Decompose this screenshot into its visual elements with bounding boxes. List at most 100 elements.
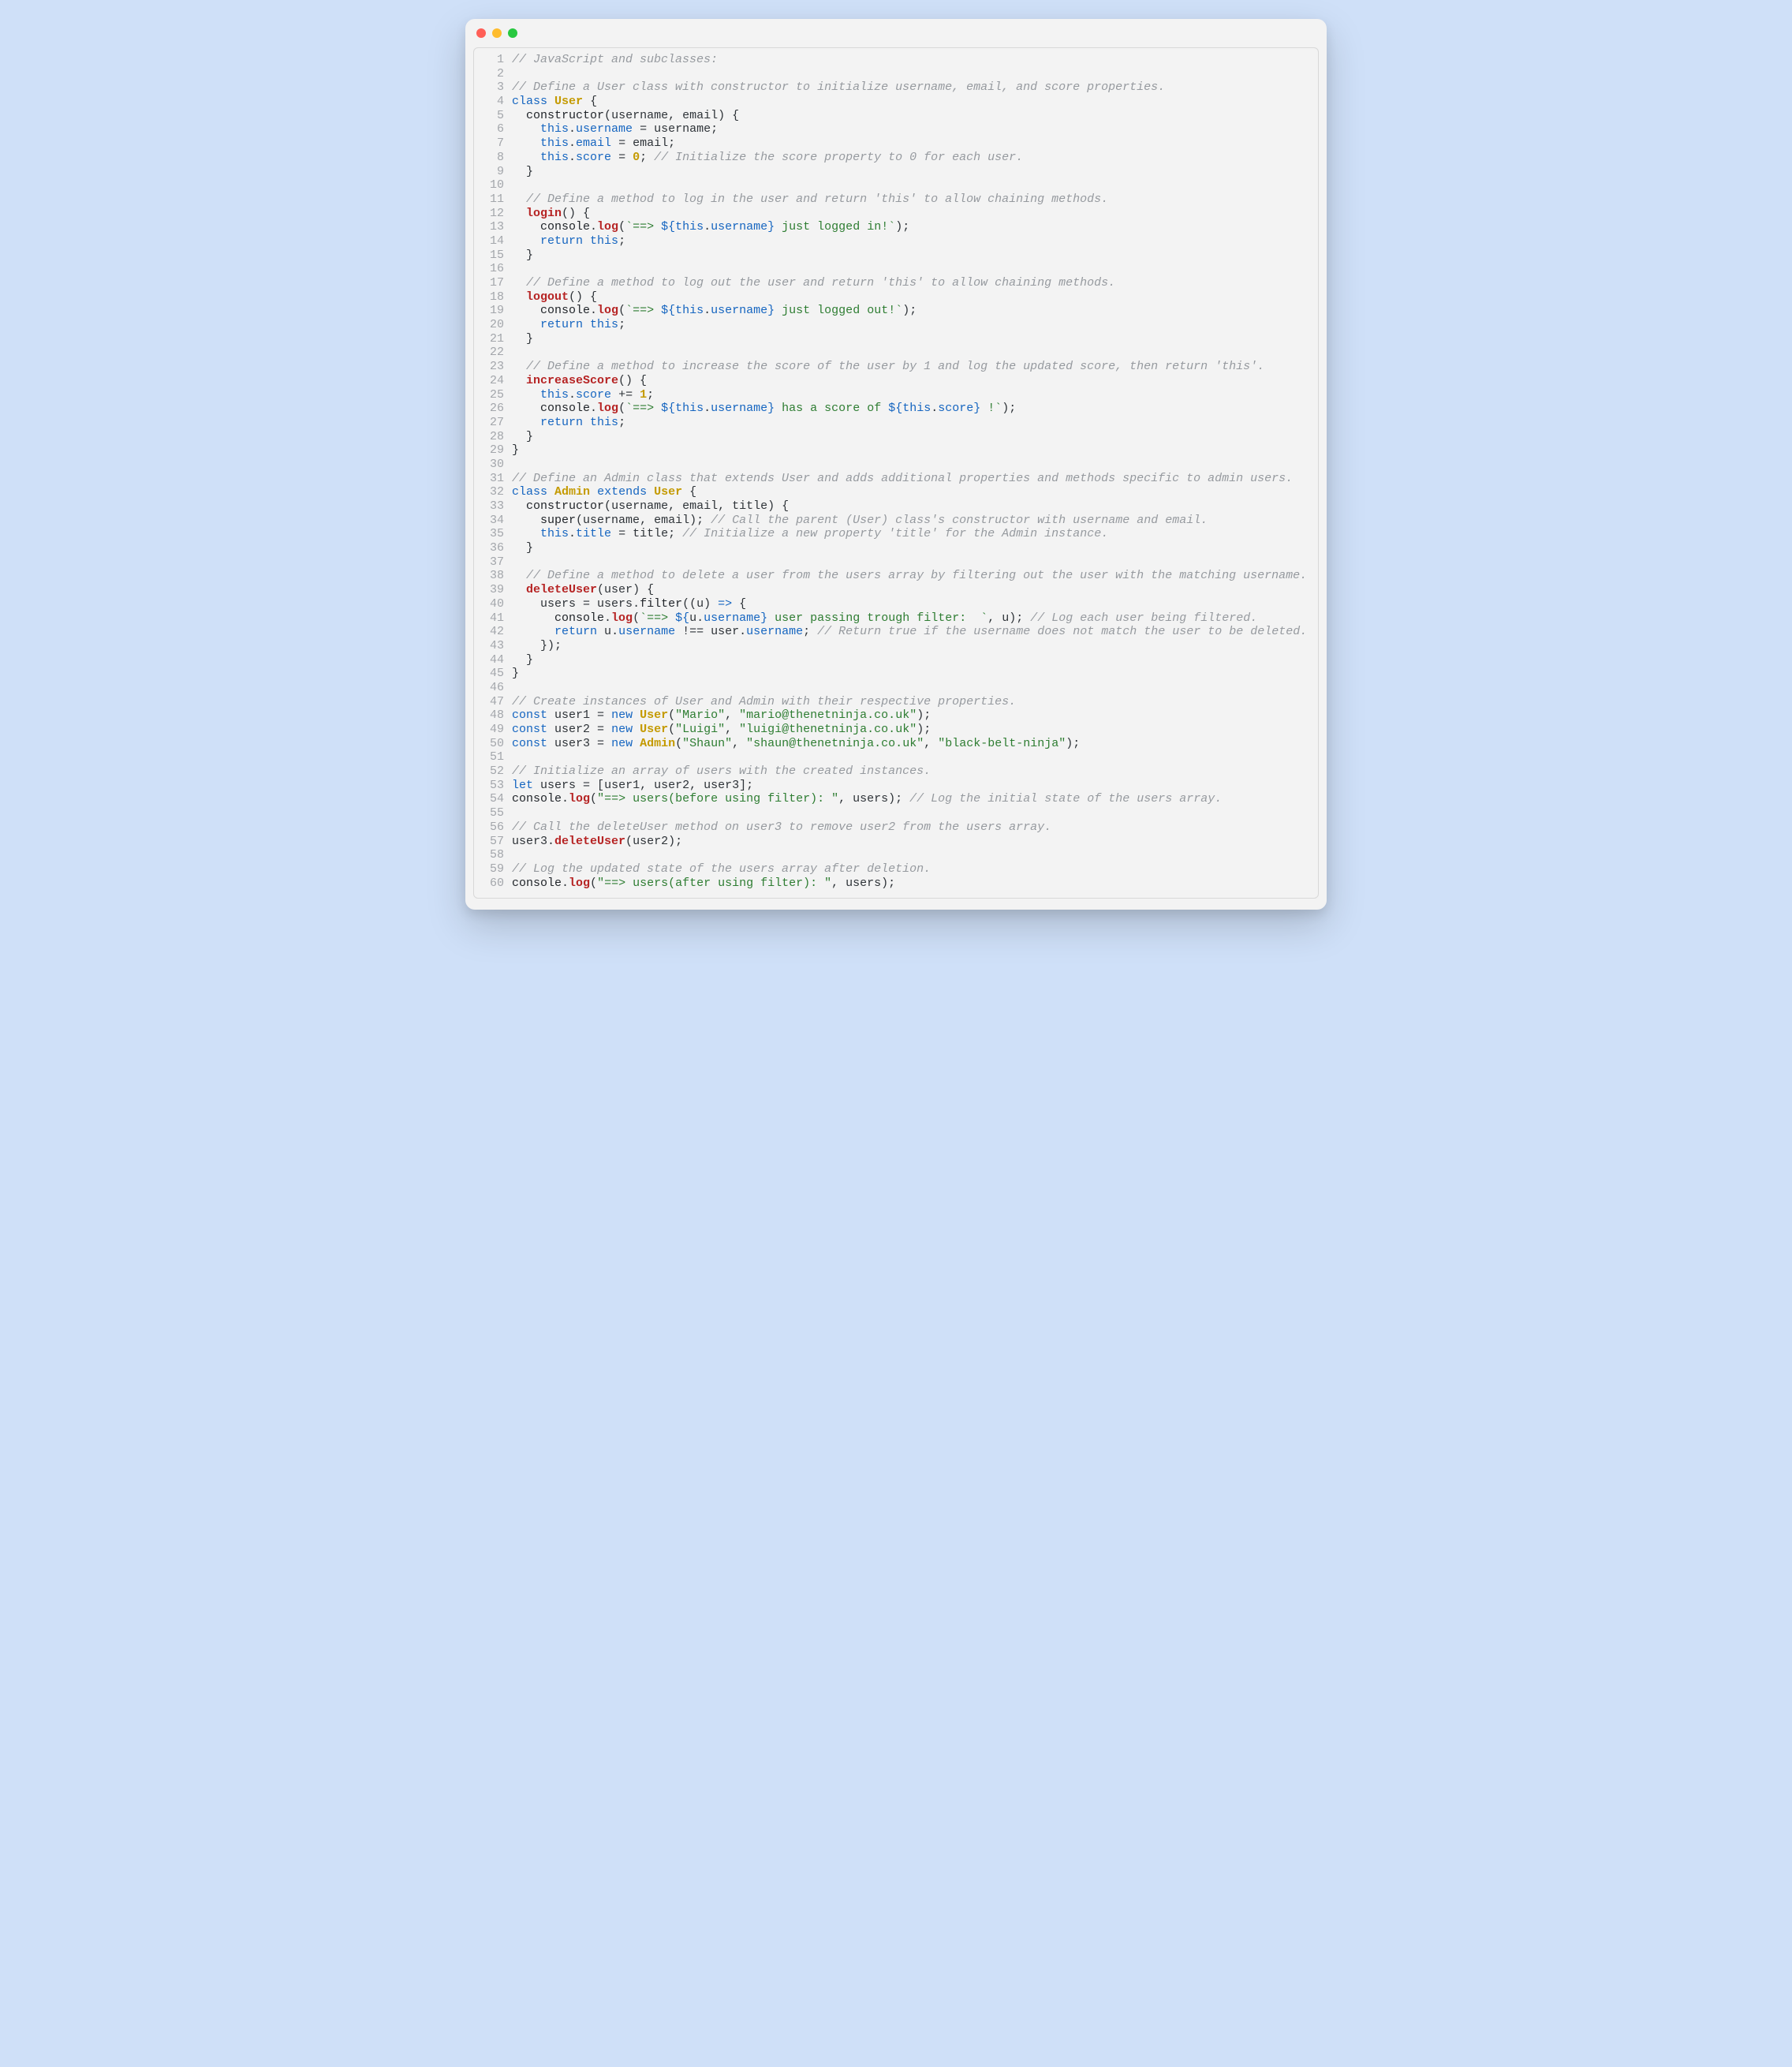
- code-content: console.log(`==> ${this.username} has a …: [512, 402, 1315, 416]
- code-line: 53let users = [user1, user2, user3];: [477, 779, 1315, 793]
- code-editor: 1// JavaScript and subclasses:2 3// Defi…: [473, 47, 1319, 899]
- code-content: [512, 848, 1315, 862]
- code-window: 1// JavaScript and subclasses:2 3// Defi…: [465, 19, 1327, 910]
- line-number: 13: [477, 220, 512, 234]
- code-content: deleteUser(user) {: [512, 583, 1315, 597]
- line-number: 54: [477, 792, 512, 806]
- line-number: 42: [477, 625, 512, 639]
- code-content: return this;: [512, 234, 1315, 249]
- code-line: 39 deleteUser(user) {: [477, 583, 1315, 597]
- code-content: users = users.filter((u) => {: [512, 597, 1315, 611]
- line-number: 2: [477, 67, 512, 81]
- code-content: console.log(`==> ${this.username} just l…: [512, 304, 1315, 318]
- code-line: 35 this.title = title; // Initialize a n…: [477, 527, 1315, 541]
- code-content: }: [512, 667, 1315, 681]
- code-line: 56// Call the deleteUser method on user3…: [477, 820, 1315, 835]
- line-number: 41: [477, 611, 512, 626]
- line-number: 11: [477, 192, 512, 207]
- code-content: [512, 806, 1315, 820]
- code-line: 58: [477, 848, 1315, 862]
- code-content: class Admin extends User {: [512, 485, 1315, 499]
- code-line: 40 users = users.filter((u) => {: [477, 597, 1315, 611]
- code-line: 34 super(username, email); // Call the p…: [477, 514, 1315, 528]
- code-content: }: [512, 653, 1315, 667]
- line-number: 21: [477, 332, 512, 346]
- line-number: 3: [477, 80, 512, 95]
- close-dot-icon[interactable]: [476, 28, 486, 38]
- code-content: // Define a method to log out the user a…: [512, 276, 1315, 290]
- line-number: 58: [477, 848, 512, 862]
- line-number: 47: [477, 695, 512, 709]
- code-content: }: [512, 443, 1315, 458]
- line-number: 51: [477, 750, 512, 764]
- code-line: 10: [477, 178, 1315, 192]
- code-line: 2: [477, 67, 1315, 81]
- code-line: 25 this.score += 1;: [477, 388, 1315, 402]
- code-content: [512, 555, 1315, 570]
- line-number: 22: [477, 346, 512, 360]
- code-content: }: [512, 249, 1315, 263]
- code-content: console.log("==> users(before using filt…: [512, 792, 1315, 806]
- code-content: let users = [user1, user2, user3];: [512, 779, 1315, 793]
- code-content: return u.username !== user.username; // …: [512, 625, 1315, 639]
- code-line: 48const user1 = new User("Mario", "mario…: [477, 708, 1315, 723]
- code-content: [512, 346, 1315, 360]
- code-content: super(username, email); // Call the pare…: [512, 514, 1315, 528]
- code-content: // JavaScript and subclasses:: [512, 53, 1315, 67]
- code-content: // Define a method to delete a user from…: [512, 569, 1315, 583]
- line-number: 36: [477, 541, 512, 555]
- line-number: 9: [477, 165, 512, 179]
- code-content: console.log(`==> ${this.username} just l…: [512, 220, 1315, 234]
- code-line: 24 increaseScore() {: [477, 374, 1315, 388]
- code-content: this.email = email;: [512, 136, 1315, 151]
- line-number: 12: [477, 207, 512, 221]
- line-number: 56: [477, 820, 512, 835]
- code-line: 46: [477, 681, 1315, 695]
- code-line: 27 return this;: [477, 416, 1315, 430]
- code-content: return this;: [512, 318, 1315, 332]
- code-line: 41 console.log(`==> ${u.username} user p…: [477, 611, 1315, 626]
- code-line: 50const user3 = new Admin("Shaun", "shau…: [477, 737, 1315, 751]
- code-line: 36 }: [477, 541, 1315, 555]
- code-line: 16: [477, 262, 1315, 276]
- code-content: class User {: [512, 95, 1315, 109]
- line-number: 16: [477, 262, 512, 276]
- code-content: increaseScore() {: [512, 374, 1315, 388]
- line-number: 10: [477, 178, 512, 192]
- line-number: 27: [477, 416, 512, 430]
- code-line: 60console.log("==> users(after using fil…: [477, 877, 1315, 891]
- line-number: 60: [477, 877, 512, 891]
- code-content: // Create instances of User and Admin wi…: [512, 695, 1315, 709]
- line-number: 43: [477, 639, 512, 653]
- code-content: // Initialize an array of users with the…: [512, 764, 1315, 779]
- code-line: 55: [477, 806, 1315, 820]
- code-content: user3.deleteUser(user2);: [512, 835, 1315, 849]
- code-content: const user3 = new Admin("Shaun", "shaun@…: [512, 737, 1315, 751]
- minimize-dot-icon[interactable]: [492, 28, 502, 38]
- line-number: 31: [477, 472, 512, 486]
- code-line: 11 // Define a method to log in the user…: [477, 192, 1315, 207]
- code-content: // Define a User class with constructor …: [512, 80, 1315, 95]
- zoom-dot-icon[interactable]: [508, 28, 517, 38]
- line-number: 40: [477, 597, 512, 611]
- line-number: 19: [477, 304, 512, 318]
- line-number: 55: [477, 806, 512, 820]
- line-number: 48: [477, 708, 512, 723]
- code-line: 42 return u.username !== user.username; …: [477, 625, 1315, 639]
- code-line: 26 console.log(`==> ${this.username} has…: [477, 402, 1315, 416]
- code-content: // Call the deleteUser method on user3 t…: [512, 820, 1315, 835]
- line-number: 1: [477, 53, 512, 67]
- code-line: 22: [477, 346, 1315, 360]
- code-content: this.score = 0; // Initialize the score …: [512, 151, 1315, 165]
- code-line: 54console.log("==> users(before using fi…: [477, 792, 1315, 806]
- code-line: 14 return this;: [477, 234, 1315, 249]
- line-number: 30: [477, 458, 512, 472]
- code-line: 9 }: [477, 165, 1315, 179]
- code-content: const user1 = new User("Mario", "mario@t…: [512, 708, 1315, 723]
- code-content: this.username = username;: [512, 122, 1315, 136]
- code-line: 59// Log the updated state of the users …: [477, 862, 1315, 877]
- code-line: 15 }: [477, 249, 1315, 263]
- traffic-lights: [476, 28, 517, 38]
- line-number: 29: [477, 443, 512, 458]
- code-content: [512, 750, 1315, 764]
